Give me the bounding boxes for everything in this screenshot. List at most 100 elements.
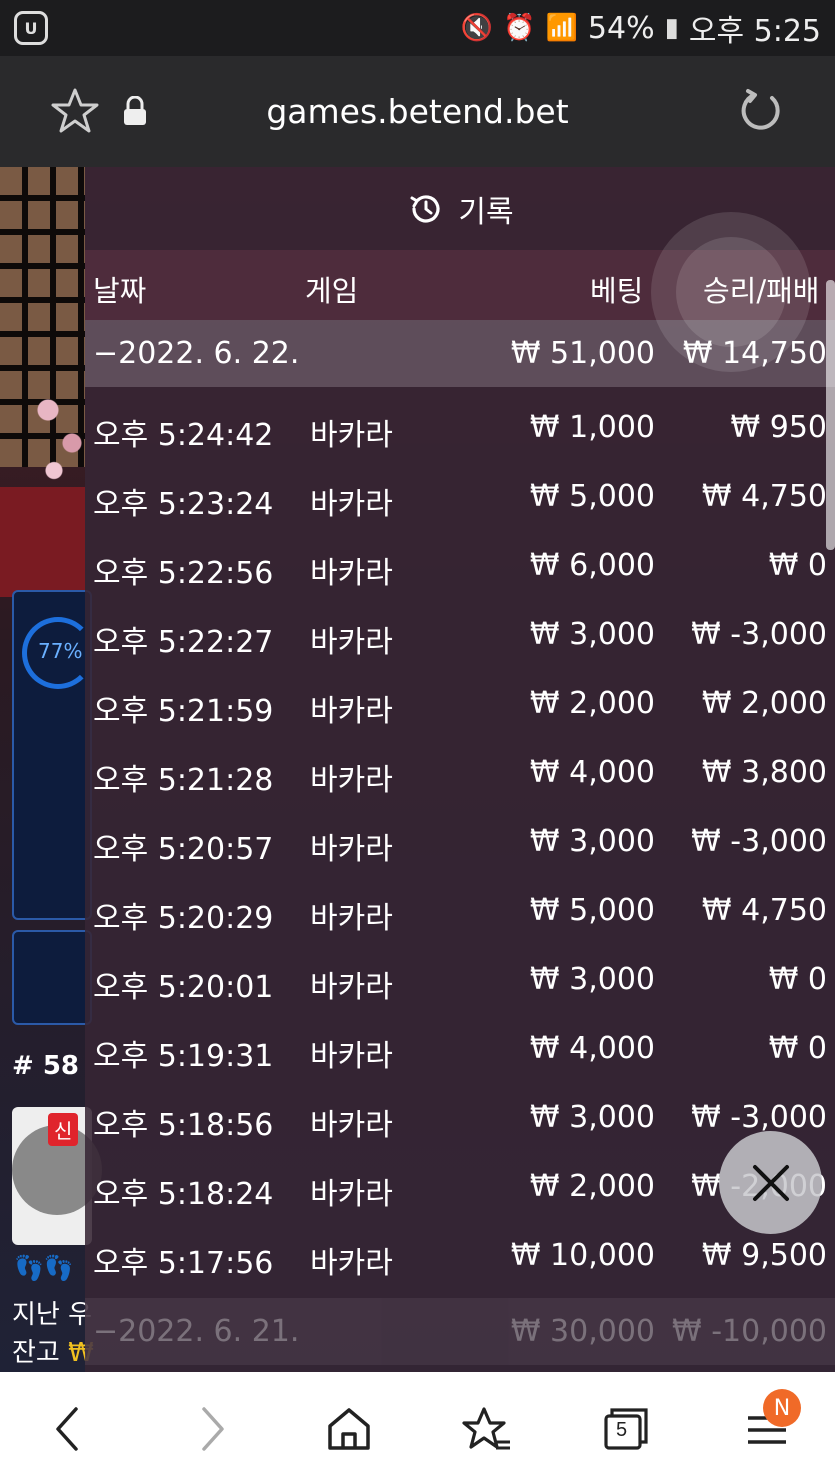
url-text[interactable]: games.betend.bet — [0, 92, 835, 131]
history-row[interactable]: 오후 5:21:59 바카라 ₩ 2,000 ₩ 2,000 — [85, 670, 835, 739]
row-bet: ₩ 10,000 — [510, 1238, 655, 1273]
row-game: 바카라 — [310, 832, 393, 867]
col-game: 게임 — [305, 274, 359, 308]
row-game: 바카라 — [310, 418, 393, 453]
history-row[interactable]: 오후 5:18:56 바카라 ₩ 3,000 ₩ -3,000 — [85, 1084, 835, 1153]
row-time: 오후 5:19:31 — [93, 1039, 274, 1074]
row-result: ₩ 3,800 — [701, 755, 827, 790]
row-result: ₩ 4,750 — [701, 479, 827, 514]
table-felt — [0, 487, 85, 597]
row-time: 오후 5:23:24 — [93, 487, 274, 522]
row-game: 바카라 — [310, 1108, 393, 1143]
row-bet: ₩ 4,000 — [529, 755, 655, 790]
day-bet-total: ₩ 30,000 — [510, 1314, 655, 1349]
wifi-icon: 📶 — [545, 13, 578, 43]
col-bet: 베팅 — [590, 274, 644, 308]
day-summary-row-previous[interactable]: −2022. 6. 21. ₩ 30,000 ₩ -10,000 — [85, 1298, 835, 1365]
row-time: 오후 5:20:57 — [93, 832, 274, 867]
cherry-blossom-decoration — [30, 377, 90, 487]
row-bet: ₩ 3,000 — [529, 824, 655, 859]
history-row[interactable]: 오후 5:24:42 바카라 ₩ 1,000 ₩ 950 — [85, 394, 835, 463]
row-game: 바카라 — [310, 694, 393, 729]
tabs-count: 5 — [616, 1419, 628, 1441]
row-result: ₩ 0 — [768, 962, 827, 997]
row-time: 오후 5:17:56 — [93, 1246, 274, 1281]
browser-url-bar: games.betend.bet — [0, 56, 835, 167]
row-time: 오후 5:24:42 — [93, 418, 274, 453]
alarm-icon: ⏰ — [503, 13, 536, 43]
row-time: 오후 5:18:24 — [93, 1177, 274, 1212]
new-badge: 신 — [48, 1113, 79, 1146]
balance-label: 잔고 ₩ — [12, 1332, 94, 1369]
row-game: 바카라 — [310, 1246, 393, 1281]
history-title: 기록 — [458, 195, 514, 230]
timer-percent: 77% — [38, 639, 83, 663]
row-time: 오후 5:21:59 — [93, 694, 274, 729]
day-bet-total: ₩ 51,000 — [510, 336, 655, 371]
history-clock-icon — [410, 195, 440, 223]
row-bet: ₩ 3,000 — [529, 962, 655, 997]
row-bet: ₩ 2,000 — [529, 1169, 655, 1204]
history-row[interactable]: 오후 5:20:29 바카라 ₩ 5,000 ₩ 4,750 — [85, 877, 835, 946]
day-date: −2022. 6. 22. — [93, 336, 300, 371]
row-game: 바카라 — [310, 901, 393, 936]
row-time: 오후 5:22:27 — [93, 625, 274, 660]
last-win-label: 지난 우 — [12, 1300, 93, 1330]
history-row[interactable]: 오후 5:22:56 바카라 ₩ 6,000 ₩ 0 — [85, 532, 835, 601]
history-row[interactable]: 오후 5:17:56 바카라 ₩ 10,000 ₩ 9,500 — [85, 1222, 835, 1291]
row-result: ₩ -3,000 — [691, 617, 827, 652]
row-result: ₩ 0 — [768, 548, 827, 583]
row-game: 바카라 — [310, 556, 393, 591]
history-row[interactable]: 오후 5:20:01 바카라 ₩ 3,000 ₩ 0 — [85, 946, 835, 1015]
history-row[interactable]: 오후 5:20:57 바카라 ₩ 3,000 ₩ -3,000 — [85, 808, 835, 877]
secondary-bet-panel[interactable] — [12, 930, 92, 1025]
touch-ripple-inner — [676, 237, 786, 347]
row-game: 바카라 — [310, 625, 393, 660]
history-row[interactable]: 오후 5:19:31 바카라 ₩ 4,000 ₩ 0 — [85, 1015, 835, 1084]
row-bet: ₩ 1,000 — [529, 410, 655, 445]
history-row[interactable]: 오후 5:21:28 바카라 ₩ 4,000 ₩ 3,800 — [85, 739, 835, 808]
tabs-button[interactable]: 5 — [600, 1404, 650, 1454]
row-result: ₩ 0 — [768, 1031, 827, 1066]
close-button[interactable] — [719, 1131, 822, 1234]
menu-new-badge: N — [763, 1389, 801, 1427]
row-bet: ₩ 5,000 — [529, 893, 655, 928]
row-time: 오후 5:21:28 — [93, 763, 274, 798]
row-result: ₩ 2,000 — [701, 686, 827, 721]
scrollbar[interactable] — [826, 280, 835, 550]
day-result-total: ₩ -10,000 — [672, 1314, 827, 1349]
close-icon — [752, 1164, 789, 1201]
round-number: # 58 — [12, 1051, 80, 1081]
row-bet: ₩ 4,000 — [529, 1031, 655, 1066]
forward-icon[interactable] — [186, 1404, 236, 1454]
mute-icon: 🔇 — [460, 13, 494, 43]
bookmarks-icon[interactable] — [462, 1404, 512, 1454]
reload-icon[interactable] — [738, 88, 784, 134]
row-bet: ₩ 5,000 — [529, 479, 655, 514]
row-bet: ₩ 6,000 — [529, 548, 655, 583]
col-date: 날짜 — [93, 274, 147, 308]
browser-bottom-nav: 5 — [0, 1372, 835, 1484]
row-time: 오후 5:22:56 — [93, 556, 274, 591]
row-game: 바카라 — [310, 763, 393, 798]
battery-icon: ▮ — [664, 13, 679, 43]
battery-percent: 54% — [587, 10, 655, 46]
row-game: 바카라 — [310, 487, 393, 522]
balance-label-text: 잔고 — [12, 1338, 60, 1368]
row-result: ₩ -3,000 — [691, 824, 827, 859]
row-time: 오후 5:20:29 — [93, 901, 274, 936]
clock: 오후 5:25 — [688, 14, 821, 49]
history-row[interactable]: 오후 5:23:24 바카라 ₩ 5,000 ₩ 4,750 — [85, 463, 835, 532]
row-time: 오후 5:18:56 — [93, 1108, 274, 1143]
history-row[interactable]: 오후 5:22:27 바카라 ₩ 3,000 ₩ -3,000 — [85, 601, 835, 670]
row-result: ₩ 9,500 — [701, 1238, 827, 1273]
row-result: ₩ 4,750 — [701, 893, 827, 928]
day-date: −2022. 6. 21. — [93, 1314, 300, 1349]
app-notification-icon: U — [14, 11, 48, 45]
row-game: 바카라 — [310, 1039, 393, 1074]
home-icon[interactable] — [324, 1404, 374, 1454]
row-bet: ₩ 3,000 — [529, 617, 655, 652]
back-icon[interactable] — [44, 1404, 94, 1454]
row-game: 바카라 — [310, 970, 393, 1005]
status-bar: U 🔇 ⏰ 📶 54% ▮ 오후 5:25 — [0, 0, 835, 56]
